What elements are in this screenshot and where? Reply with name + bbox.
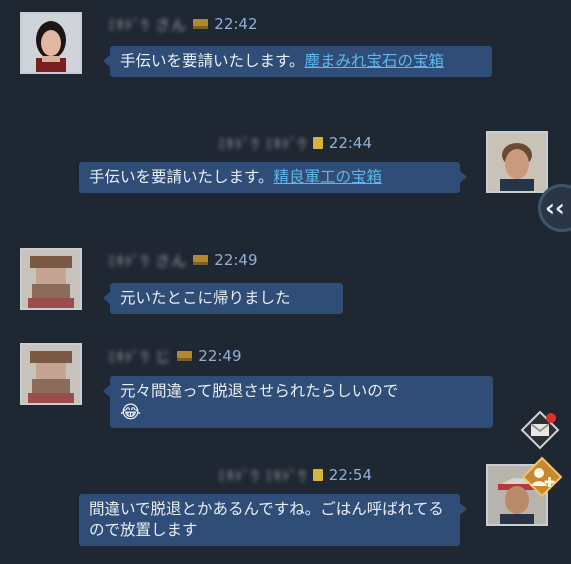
- message-3-bubble: 元いたとこに帰りました: [103, 283, 343, 314]
- treasure-chest-link[interactable]: 塵まみれ宝石の宝箱: [304, 52, 444, 70]
- message-text: 手伝いを要請いたします。: [120, 52, 305, 70]
- message-time: 22:49: [214, 251, 258, 269]
- sender-name: ﾐｷﾄﾞｳ ﾐｷﾄﾞｳ: [218, 466, 307, 485]
- message-3-header: ﾐｷﾄﾞｳ さん 22:49: [108, 249, 258, 271]
- message-time: 22:54: [328, 466, 373, 484]
- message-2-bubble: 手伝いを要請いたします。精良軍工の宝箱: [79, 162, 467, 193]
- rank-badge-icon: [193, 255, 209, 265]
- treasure-chest-link[interactable]: 精良軍工の宝箱: [273, 168, 382, 186]
- message-5-header: ﾐｷﾄﾞｳ ﾐｷﾄﾞｳ 22:54: [218, 464, 372, 486]
- rank-badge-icon: [193, 19, 209, 29]
- message-text: 元々間違って脱退させられたらしいので: [120, 382, 399, 400]
- avatar-message-1[interactable]: [20, 12, 82, 74]
- message-4-bubble: 元々間違って脱退させられたらしいので 😂: [103, 376, 493, 428]
- avatar-message-3[interactable]: [20, 248, 82, 310]
- rank-badge-icon: [312, 469, 323, 481]
- mail-icon: [520, 410, 560, 450]
- message-1-header: ﾐｷﾄﾞｳ さん 22:42: [108, 13, 258, 35]
- add-friend-icon: [521, 456, 563, 498]
- sender-name: ﾐｷﾄﾞｳ じ: [108, 347, 172, 366]
- mail-button[interactable]: [520, 410, 560, 450]
- sender-name: ﾐｷﾄﾞｳ さん: [108, 15, 188, 34]
- rank-badge-icon: [312, 137, 323, 149]
- sender-name: ﾐｷﾄﾞｳ さん: [108, 251, 188, 270]
- message-4-header: ﾐｷﾄﾞｳ じ 22:49: [108, 345, 242, 367]
- message-time: 22:42: [214, 15, 258, 33]
- message-text: 間違いで脱退とかあるんですね。ごはん呼ばれてるので放置します: [89, 500, 444, 539]
- sender-name: ﾐｷﾄﾞｳ ﾐｷﾄﾞｳ: [218, 134, 307, 153]
- message-time: 22:49: [198, 347, 242, 365]
- message-text: 手伝いを要請いたします。: [89, 168, 274, 186]
- message-5-bubble: 間違いで脱退とかあるんですね。ごはん呼ばれてるので放置します: [79, 494, 467, 546]
- double-chevron-left-icon: ‹‹: [545, 194, 565, 222]
- message-1-bubble: 手伝いを要請いたします。塵まみれ宝石の宝箱: [103, 46, 492, 77]
- avatar-message-2[interactable]: [486, 131, 548, 193]
- laughing-emoji-icon: 😂: [120, 402, 142, 423]
- message-time: 22:44: [328, 134, 373, 152]
- add-friend-button[interactable]: [521, 456, 563, 498]
- rank-badge-icon: [177, 351, 193, 361]
- avatar-message-4[interactable]: [20, 343, 82, 405]
- message-text: 元いたとこに帰りました: [120, 289, 291, 307]
- message-2-header: ﾐｷﾄﾞｳ ﾐｷﾄﾞｳ 22:44: [218, 132, 372, 154]
